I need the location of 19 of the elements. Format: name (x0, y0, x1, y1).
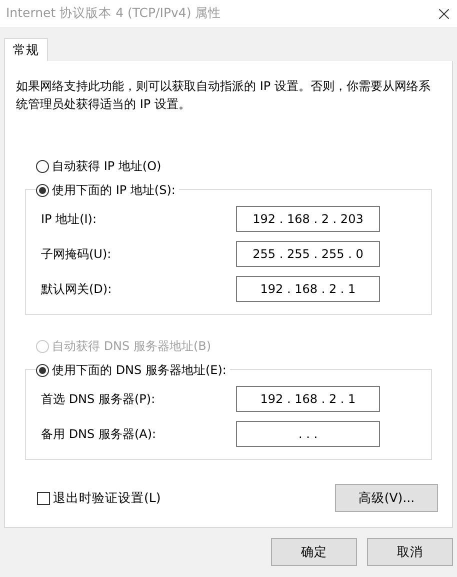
advanced-button[interactable]: 高级(V)... (335, 484, 438, 512)
field-label: 首选 DNS 服务器(P): (41, 391, 156, 408)
field-label: 默认网关(D): (41, 281, 112, 298)
tab[interactable]: 常规 (4, 38, 48, 61)
field-label: IP 地址(I): (41, 211, 97, 228)
radio-option[interactable]: 使用下面的 IP 地址(S): (36, 181, 180, 199)
dialog-button[interactable]: 取消 (367, 538, 453, 566)
validate-checkbox[interactable]: 退出时验证设置(L) (37, 488, 161, 508)
ip-address-field[interactable]: 192 . 168 . 2 . 203 (236, 206, 380, 232)
field-label: 备用 DNS 服务器(A): (41, 426, 156, 443)
dialog-button[interactable]: 确定 (271, 538, 357, 566)
window-title: Internet 协议版本 4 (TCP/IPv4) 属性 (6, 4, 222, 22)
description-text: 如果网络支持此功能，则可以获取自动指派的 IP 设置。否则，你需要从网络系统管理员处获得适当的 IP 设置。 (15, 78, 432, 113)
ip-address-field[interactable]: . . . (236, 421, 380, 447)
ip-address-field[interactable]: 192 . 168 . 2 . 1 (236, 276, 380, 302)
radio-option[interactable]: 使用下面的 DNS 服务器地址(E): (36, 361, 230, 379)
ip-address-field[interactable]: 255 . 255 . 255 . 0 (236, 241, 380, 267)
field-label: 子网掩码(U): (41, 246, 112, 263)
ip-address-field[interactable]: 192 . 168 . 2 . 1 (236, 386, 380, 412)
